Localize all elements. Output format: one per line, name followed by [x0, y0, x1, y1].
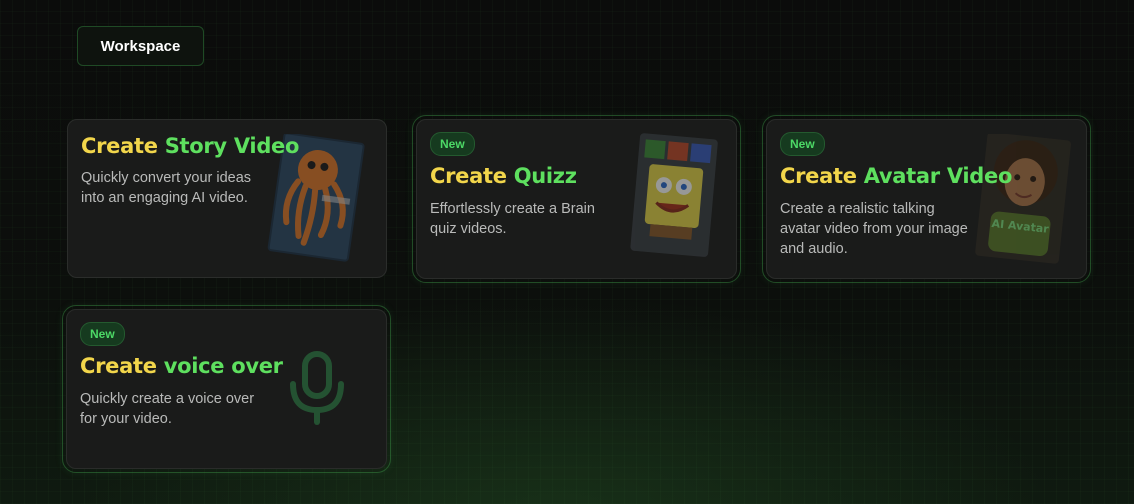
new-badge: New — [780, 132, 825, 156]
new-badge: New — [80, 322, 125, 346]
card-title-part-2: Avatar Video — [863, 164, 1013, 188]
card-description-line: and audio. — [780, 241, 848, 257]
card-title-part-1: Create — [430, 164, 507, 188]
card-description-line: Effortlessly create a Brain — [430, 201, 595, 217]
card-description-line: Create a realistic talking — [780, 201, 935, 217]
card-description-line: Quickly convert your ideas — [81, 170, 252, 186]
create-avatar-video-card[interactable]: AI Avatar New Create Avatar Video Create… — [766, 119, 1087, 279]
ai-avatar-image: AI Avatar — [975, 134, 1071, 264]
create-voice-over-card[interactable]: New Create voice over Quickly create a v… — [66, 309, 387, 469]
card-title: Create Story Video — [81, 134, 299, 158]
card-title: Create Quizz — [430, 164, 577, 188]
card-description: Create a realistic talking avatar video … — [780, 199, 968, 259]
card-description-line: avatar video from your image — [780, 221, 968, 237]
card-title-part-2: Quizz — [513, 164, 577, 188]
microphone-icon — [290, 351, 344, 425]
card-description-line: quiz videos. — [430, 221, 507, 237]
create-story-video-card[interactable]: Create Story Video Quickly convert your … — [67, 119, 387, 278]
card-title-part-2: Story Video — [164, 134, 300, 158]
card-description-line: Quickly create a voice over — [80, 391, 255, 407]
new-badge: New — [430, 132, 475, 156]
card-description: Quickly create a voice over for your vid… — [80, 389, 254, 429]
card-title-part-1: Create — [80, 354, 157, 378]
spongebob-quiz-image — [630, 133, 718, 257]
card-description-line: into an engaging AI video. — [81, 190, 248, 206]
card-title: Create Avatar Video — [780, 164, 1012, 188]
card-title-part-1: Create — [81, 134, 158, 158]
workspace-button[interactable]: Workspace — [77, 26, 204, 66]
card-description: Quickly convert your ideas into an engag… — [81, 168, 251, 208]
card-description-line: for your video. — [80, 411, 172, 427]
card-description: Effortlessly create a Brain quiz videos. — [430, 199, 595, 239]
card-title-part-2: voice over — [163, 354, 283, 378]
card-title-part-1: Create — [780, 164, 857, 188]
create-quizz-card[interactable]: New Create Quizz Effortlessly create a B… — [416, 119, 737, 279]
card-title: Create voice over — [80, 354, 283, 378]
